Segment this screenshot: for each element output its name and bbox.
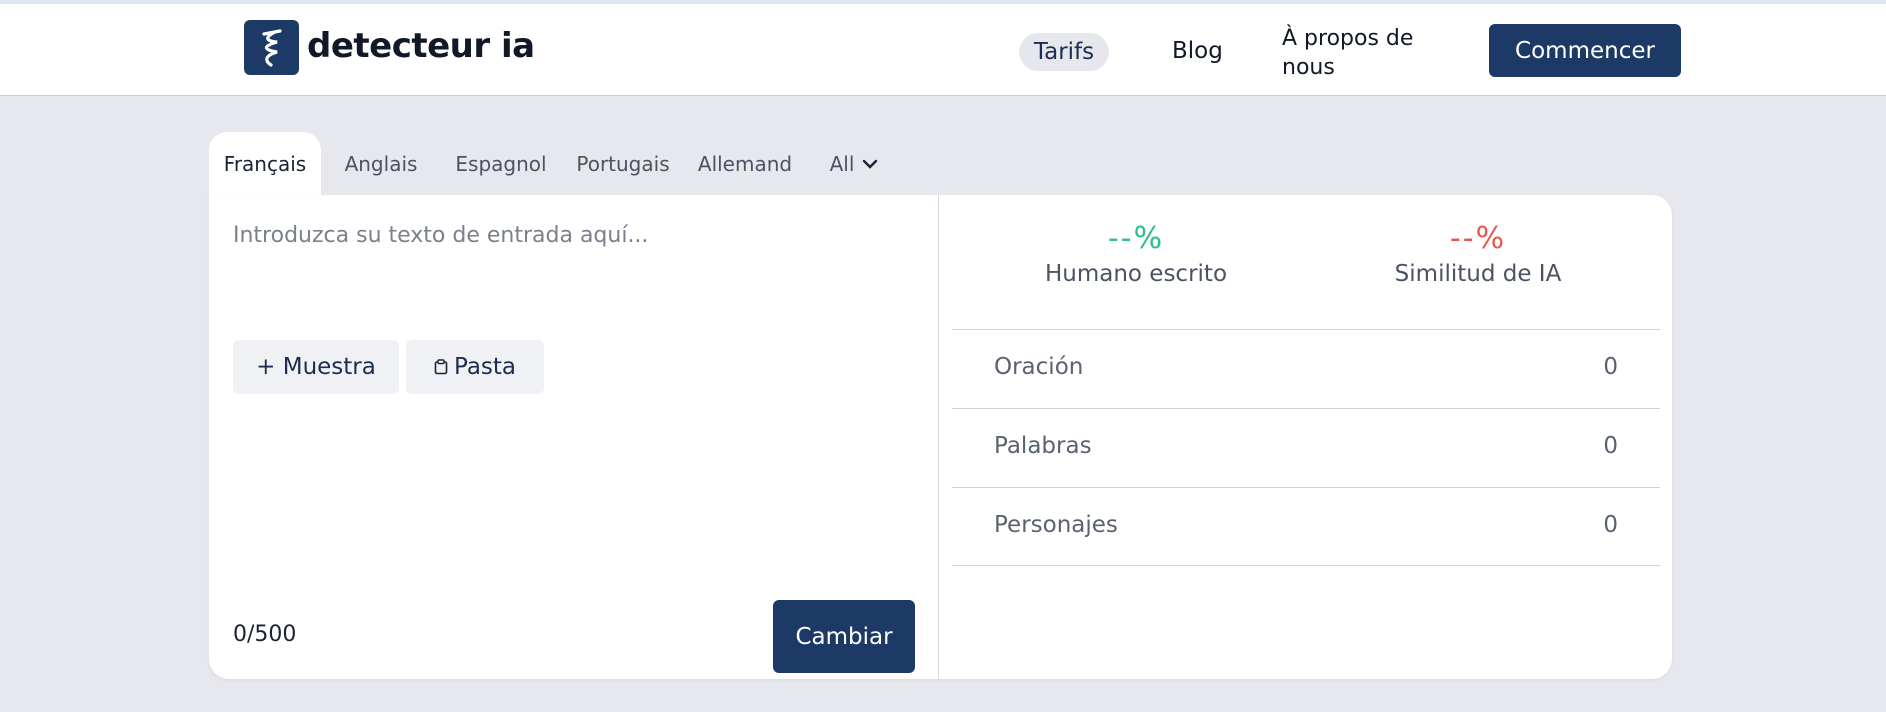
tab-anglais[interactable]: Anglais xyxy=(326,132,436,195)
human-label: Humano escrito xyxy=(1044,261,1228,287)
site-header: detecteur ia Tarifs Blog À propos de nou… xyxy=(0,4,1886,96)
nav-tarifs[interactable]: Tarifs xyxy=(1019,33,1109,71)
tab-espagnol[interactable]: Espagnol xyxy=(437,132,565,195)
stats-bottom-border xyxy=(952,565,1660,566)
paste-button[interactable]: Pasta xyxy=(406,340,544,394)
spiral-logo-icon xyxy=(261,28,282,67)
nav-blog[interactable]: Blog xyxy=(1172,38,1223,64)
stat-row-sentences: Oración 0 xyxy=(952,329,1660,409)
character-counter: 0/500 xyxy=(233,622,297,647)
text-input[interactable]: Introduzca su texto de entrada aquí... xyxy=(233,223,648,248)
stat-value: 0 xyxy=(1603,512,1618,538)
detector-card: Introduzca su texto de entrada aquí... +… xyxy=(209,195,1672,679)
logo-text: detecteur ia xyxy=(307,26,535,66)
tab-portugais[interactable]: Portugais xyxy=(558,132,688,195)
paste-button-label: Pasta xyxy=(453,354,517,380)
ai-label: Similitud de IA xyxy=(1394,261,1562,287)
change-button[interactable]: Cambiar xyxy=(773,600,915,673)
stat-label: Personajes xyxy=(994,512,1118,538)
human-percentage: --% xyxy=(1107,221,1165,256)
clipboard-icon xyxy=(434,359,448,375)
tab-all-label: All xyxy=(829,151,855,176)
nav-about[interactable]: À propos de nous xyxy=(1282,24,1442,82)
stat-label: Oración xyxy=(994,354,1084,380)
stat-value: 0 xyxy=(1603,354,1618,380)
panel-divider xyxy=(938,195,939,679)
tab-allemand[interactable]: Allemand xyxy=(680,132,810,195)
stat-row-characters: Personajes 0 xyxy=(952,487,1660,567)
stat-row-words: Palabras 0 xyxy=(952,408,1660,488)
logo-link[interactable] xyxy=(244,20,299,75)
tab-francais[interactable]: Français xyxy=(209,132,321,195)
tab-all-dropdown[interactable]: All xyxy=(804,132,904,195)
stat-value: 0 xyxy=(1603,433,1618,459)
start-button[interactable]: Commencer xyxy=(1489,24,1681,77)
sample-button[interactable]: + Muestra xyxy=(233,340,399,394)
chevron-down-icon xyxy=(863,159,878,169)
ai-percentage: --% xyxy=(1449,221,1507,256)
stat-label: Palabras xyxy=(994,433,1092,459)
